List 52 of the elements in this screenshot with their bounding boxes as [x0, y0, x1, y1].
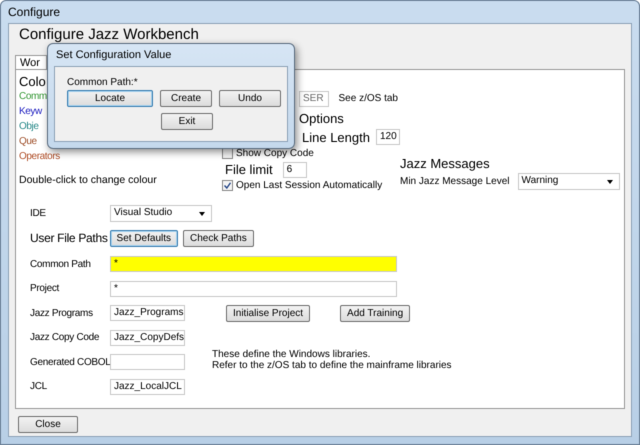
- ide-label: IDE: [30, 208, 47, 218]
- dialog-button[interactable]: Create: [160, 90, 212, 107]
- message-level-label: Min Jazz Message Level: [400, 176, 510, 187]
- file-limit-field[interactable]: 6: [282, 162, 307, 178]
- section-heading: Options: [298, 111, 345, 128]
- caret-icon: [606, 180, 612, 184]
- prompt-text: Common Path:*: [67, 77, 139, 89]
- colour-item[interactable]: Obje: [19, 121, 39, 136]
- caret-icon: [199, 212, 205, 216]
- line-length-label: Line Length: [302, 130, 370, 144]
- window-title: Configure: [8, 5, 60, 19]
- open-last-session-checkbox[interactable]: Open Last Session Automatically: [222, 178, 398, 192]
- note-text: Refer to the z/OS tab to define the mainframe libraries: [212, 360, 452, 372]
- show-copy-code-checkbox[interactable]: Show Copy Code: [222, 146, 398, 160]
- path-label: Common Path: [30, 258, 92, 270]
- colour-item[interactable]: Operators: [19, 151, 60, 166]
- dialog-title: Set Configuration Value: [55, 48, 172, 63]
- tab[interactable]: Wor: [15, 55, 47, 69]
- path-label: Project: [30, 283, 60, 294]
- ide-dropdown[interactable]: Visual Studio: [110, 204, 212, 222]
- section-heading: Colo: [19, 74, 46, 91]
- note-text: These define the Windows libraries.: [212, 349, 372, 360]
- path-label: Jazz Programs: [30, 308, 94, 319]
- dialog-button[interactable]: Undo: [219, 90, 281, 107]
- form-heading: Configure Jazz Workbench: [19, 26, 200, 45]
- exit-button[interactable]: Exit: [161, 113, 213, 130]
- see-zos-text: See z/OS tab: [338, 93, 398, 104]
- section-heading: Jazz Messages: [400, 156, 491, 171]
- colour-item[interactable]: Que: [19, 136, 37, 151]
- checkmark-icon: [224, 182, 231, 188]
- message-level-dropdown[interactable]: Warning: [518, 173, 620, 190]
- section-heading: User File Paths: [30, 230, 108, 246]
- path-label: Jazz Copy Code: [30, 332, 100, 344]
- file-limit-label: File limit: [225, 162, 273, 177]
- path-button[interactable]: Check Paths: [183, 230, 254, 246]
- add-training-button[interactable]: Add Training: [340, 304, 410, 322]
- path-field[interactable]: Jazz_LocalJCL: [110, 378, 185, 395]
- path-field[interactable]: *: [110, 280, 397, 297]
- dialog-button[interactable]: Locate: [67, 90, 153, 107]
- path-button[interactable]: Set Defaults: [110, 230, 178, 246]
- initialise-project-button[interactable]: Initialise Project: [226, 304, 310, 322]
- path-label: Generated COBOL: [30, 356, 110, 368]
- line-length-field[interactable]: 120: [376, 129, 400, 145]
- hint-text: Double-click to change colour: [19, 174, 158, 186]
- path-field[interactable]: *: [110, 256, 397, 272]
- colour-item[interactable]: Comm: [19, 91, 47, 106]
- path-field[interactable]: Jazz_Programs: [110, 305, 185, 322]
- close-button[interactable]: Close: [18, 416, 78, 433]
- path-field[interactable]: Jazz_CopyDefs: [110, 330, 185, 346]
- path-label: JCL: [30, 381, 48, 392]
- colour-item[interactable]: Keyw: [19, 106, 42, 121]
- path-field[interactable]: [110, 354, 185, 370]
